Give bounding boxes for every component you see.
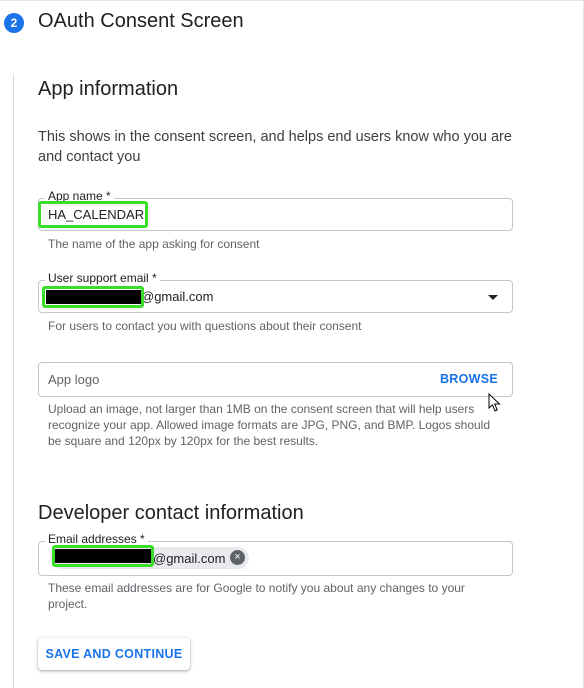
step-number-badge: 2 xyxy=(4,13,24,33)
close-circle-icon[interactable]: × xyxy=(230,550,245,565)
app-logo-field[interactable]: App logo BROWSE xyxy=(38,362,513,397)
user-support-email-helper: For users to contact you with questions … xyxy=(48,319,362,333)
user-support-email-label: User support email * xyxy=(45,271,160,285)
app-name-helper: The name of the app asking for consent xyxy=(48,237,260,251)
app-information-heading: App information xyxy=(38,78,179,100)
mouse-pointer-icon xyxy=(488,393,501,412)
email-addresses-label: Email addresses * xyxy=(45,532,148,546)
email-addresses-helper: These email addresses are for Google to … xyxy=(48,581,465,611)
step-title: OAuth Consent Screen xyxy=(38,10,244,32)
app-name-highlight xyxy=(38,201,148,228)
app-information-description: This shows in the consent screen, and he… xyxy=(38,129,512,165)
app-logo-helper: Upload an image, not larger than 1MB on … xyxy=(48,402,491,448)
step-connector-line xyxy=(13,74,14,688)
save-and-continue-button[interactable]: SAVE AND CONTINUE xyxy=(38,638,190,670)
top-divider xyxy=(0,0,584,1)
email-chip-text: @gmail.com xyxy=(153,551,226,566)
developer-contact-heading: Developer contact information xyxy=(38,502,304,524)
browse-button[interactable]: BROWSE xyxy=(440,372,498,386)
user-support-email-value: @gmail.com xyxy=(141,289,214,304)
chevron-down-icon[interactable] xyxy=(488,295,498,300)
app-logo-placeholder: App logo xyxy=(48,372,100,387)
email-chip-highlight xyxy=(52,545,154,567)
support-email-highlight xyxy=(42,286,144,308)
